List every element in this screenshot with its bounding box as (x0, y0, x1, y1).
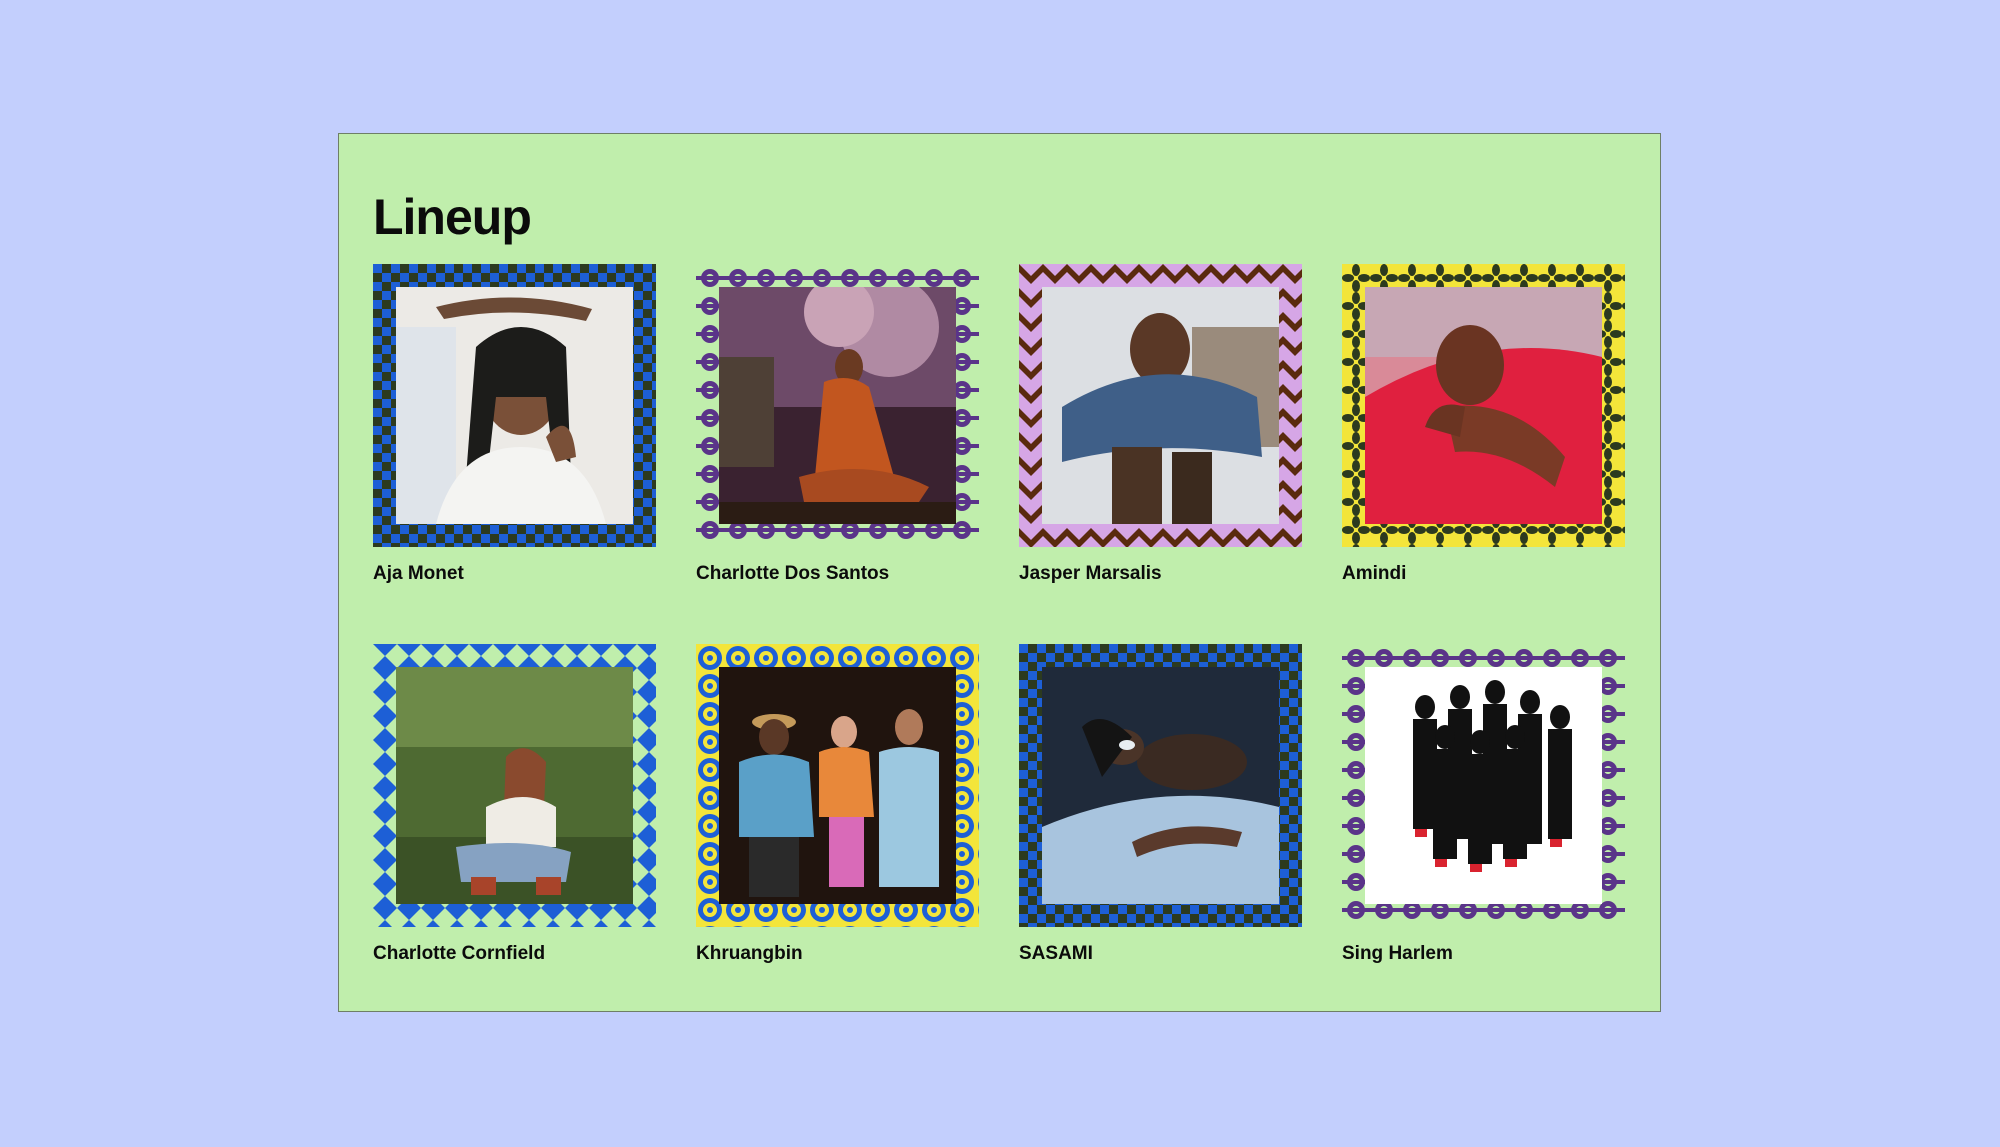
artist-frame[interactable] (373, 264, 656, 547)
artist-frame[interactable] (1019, 264, 1302, 547)
portrait-photo-icon (1365, 287, 1602, 524)
artist-frame[interactable] (1342, 644, 1625, 927)
artist-card-charlotte-cornfield[interactable]: Charlotte Cornfield (373, 644, 656, 965)
artist-name[interactable]: Amindi (1342, 563, 1625, 585)
portrait-photo-icon (396, 287, 633, 524)
artist-card-sasami[interactable]: SASAMI (1019, 644, 1302, 965)
portrait-photo-icon (1042, 667, 1279, 904)
group-photo-icon (719, 667, 956, 904)
artist-frame[interactable] (696, 644, 979, 927)
artist-frame[interactable] (696, 264, 979, 547)
artist-name[interactable]: Charlotte Cornfield (373, 943, 656, 965)
artist-frame[interactable] (1019, 644, 1302, 927)
portrait-photo-icon (1042, 287, 1279, 524)
artist-name[interactable]: Jasper Marsalis (1019, 563, 1302, 585)
artist-card-sing-harlem[interactable]: Sing Harlem (1342, 644, 1625, 965)
artist-frame[interactable] (1342, 264, 1625, 547)
portrait-photo-icon (719, 287, 956, 524)
artist-card-aja-monet[interactable]: Aja Monet (373, 264, 656, 585)
lineup-panel: Lineup Aja Monet Charlotte Dos Santos Ja… (338, 133, 1661, 1012)
artist-card-charlotte-dos-santos[interactable]: Charlotte Dos Santos (696, 264, 979, 585)
artist-card-khruangbin[interactable]: Khruangbin (696, 644, 979, 965)
artist-name[interactable]: Aja Monet (373, 563, 656, 585)
artist-name[interactable]: Khruangbin (696, 943, 979, 965)
group-photo-icon (1365, 667, 1602, 904)
artist-name[interactable]: Sing Harlem (1342, 943, 1625, 965)
artist-name[interactable]: SASAMI (1019, 943, 1302, 965)
artist-frame[interactable] (373, 644, 656, 927)
artist-card-amindi[interactable]: Amindi (1342, 264, 1625, 585)
portrait-photo-icon (396, 667, 633, 904)
artist-card-jasper-marsalis[interactable]: Jasper Marsalis (1019, 264, 1302, 585)
artist-name[interactable]: Charlotte Dos Santos (696, 563, 979, 585)
page-title: Lineup (373, 189, 532, 245)
